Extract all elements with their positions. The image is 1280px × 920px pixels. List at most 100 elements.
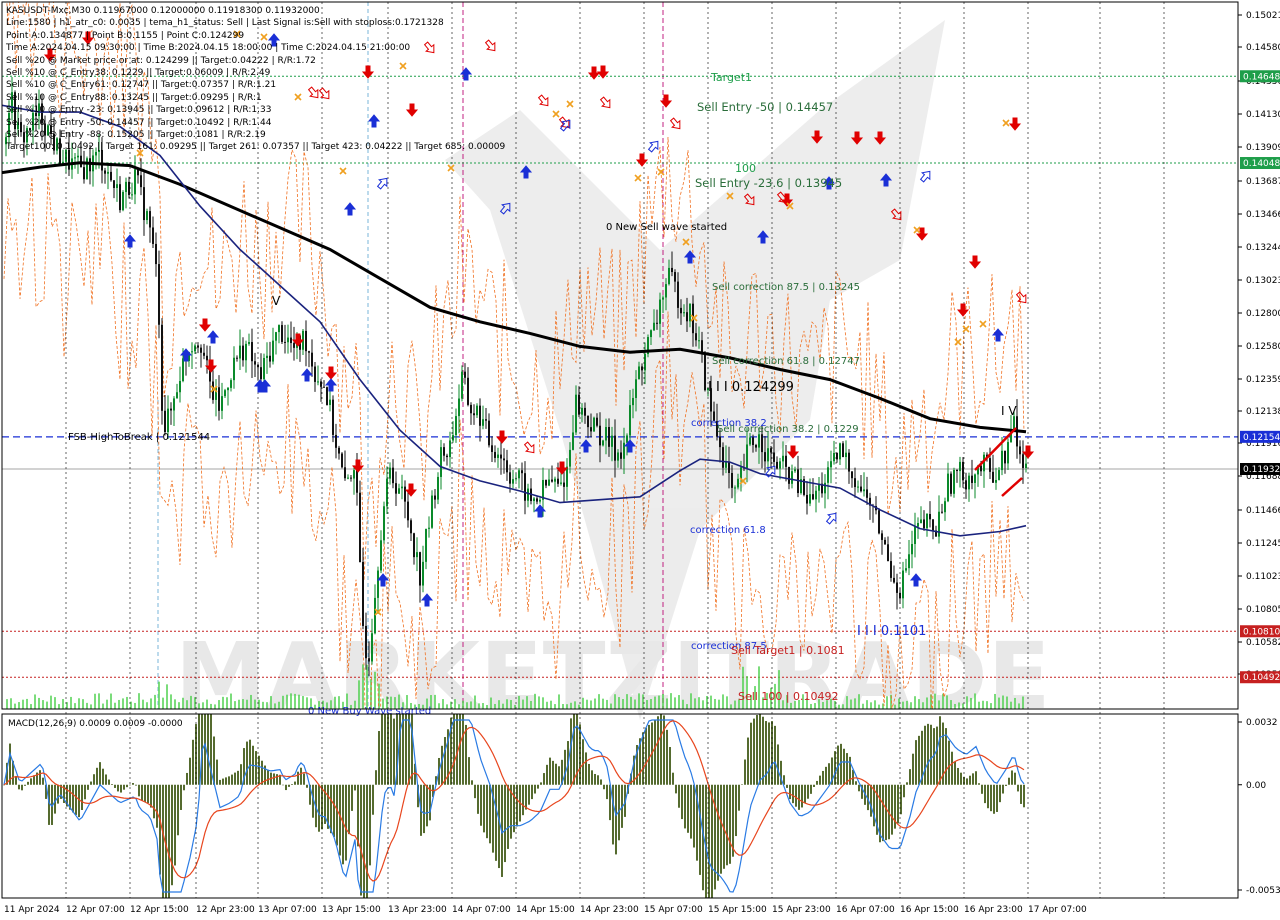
volume-bar <box>478 703 480 709</box>
candle-body <box>317 381 319 383</box>
macd-histogram-bar <box>306 784 308 788</box>
candle-body <box>677 281 679 308</box>
candle-body <box>605 427 607 441</box>
volume-bar <box>678 695 680 709</box>
candle-body <box>365 625 367 659</box>
candle-body <box>599 425 601 446</box>
candle-body <box>242 345 244 361</box>
macd-histogram-bar <box>672 772 674 785</box>
macd-histogram-bar <box>90 781 92 785</box>
volume-bar <box>222 696 224 709</box>
macd-histogram-bar <box>249 739 251 785</box>
candle-body <box>74 157 76 159</box>
macd-histogram-bar <box>822 770 824 785</box>
volume-bar <box>10 698 12 709</box>
candle-body <box>920 519 922 524</box>
macd-tick-label: 0.00 <box>1246 781 1266 791</box>
time-tick-label: 12 Apr 23:00 <box>196 905 255 915</box>
volume-bar <box>286 694 288 709</box>
candle-body <box>341 453 343 468</box>
macd-histogram-bar <box>552 760 554 785</box>
macd-histogram-bar <box>525 784 527 810</box>
volume-bar <box>446 704 448 709</box>
candle-body <box>77 155 79 158</box>
macd-histogram-bar <box>747 737 749 785</box>
candle-body <box>575 394 577 433</box>
candle-body <box>758 434 760 448</box>
candle-body <box>782 455 784 462</box>
volume-bar <box>554 704 556 709</box>
macd-histogram-bar <box>192 739 194 785</box>
candle-body <box>698 340 700 342</box>
macd-histogram-bar <box>234 772 236 785</box>
volume-bar <box>570 702 572 709</box>
candle-body <box>701 340 703 353</box>
macd-histogram-bar <box>333 784 335 837</box>
volume-bar <box>254 699 256 709</box>
volume-bar <box>14 703 16 709</box>
time-tick-label: 11 Apr 2024 <box>4 905 60 915</box>
macd-histogram-bar <box>711 784 713 898</box>
sell-100-label: Sell 100 | 0.10492 <box>738 690 839 703</box>
volume-bar <box>1018 703 1020 709</box>
macd-histogram-bar <box>549 757 551 785</box>
candle-body <box>383 506 385 541</box>
volume-bar <box>466 702 468 709</box>
macd-histogram-bar <box>960 772 962 785</box>
candle-body <box>158 264 160 325</box>
macd-histogram-bar <box>684 784 686 829</box>
macd-histogram-bar <box>102 768 104 785</box>
macd-histogram-bar <box>828 763 830 785</box>
candle-body <box>533 498 535 502</box>
macd-histogram-bar <box>678 784 680 808</box>
volume-bar <box>474 695 476 709</box>
macd-histogram-bar <box>555 763 557 785</box>
price-tag-label: 0.14048 <box>1243 159 1280 169</box>
candle-body <box>287 337 289 343</box>
candle-body <box>908 554 910 569</box>
macd-histogram-bar <box>675 784 677 794</box>
time-tick-label: 16 Apr 15:00 <box>900 905 959 915</box>
macd-histogram-bar <box>582 739 584 785</box>
macd-histogram-bar <box>114 784 116 788</box>
macd-histogram-bar <box>48 784 50 825</box>
volume-bar <box>990 703 992 709</box>
macd-histogram-bar <box>357 784 359 847</box>
macd-histogram-bar <box>141 784 143 801</box>
candle-body <box>431 495 433 528</box>
candle-body <box>125 181 127 192</box>
sell-correction-382-label: Sell correction 38.2 | 0.1229 <box>717 424 859 435</box>
volume-bar <box>918 699 920 709</box>
candle-body <box>902 570 904 599</box>
volume-bar <box>662 694 664 709</box>
macd-histogram-bar <box>57 784 59 804</box>
macd-histogram-bar <box>72 784 74 813</box>
price-tag-label: 0.14648 <box>1243 72 1280 82</box>
macd-histogram-bar <box>612 784 614 845</box>
macd-histogram-bar <box>96 767 98 785</box>
candle-body <box>623 442 625 459</box>
volume-bar <box>722 694 724 709</box>
price-tick-label: 0.14580 <box>1246 43 1280 53</box>
volume-bar <box>146 702 148 709</box>
price-tag-label: 0.10810 <box>1243 627 1280 637</box>
candle-body <box>968 475 970 490</box>
macd-histogram-bar <box>183 784 185 791</box>
candle-body <box>824 482 826 494</box>
volume-bar <box>594 698 596 709</box>
volume-bar <box>978 701 980 709</box>
candle-body <box>446 455 448 458</box>
macd-histogram-bar <box>777 744 779 785</box>
macd-histogram-bar <box>1020 784 1022 804</box>
candle-body <box>155 243 157 265</box>
volume-bar <box>490 697 492 709</box>
macd-histogram-bar <box>996 784 998 812</box>
candle-body <box>200 347 202 353</box>
candle-body <box>827 467 829 483</box>
candle-body <box>857 486 859 488</box>
candle-body <box>1025 463 1027 468</box>
candle-body <box>362 561 364 626</box>
candle-body <box>527 488 529 501</box>
candle-body <box>494 451 496 458</box>
volume-bar <box>150 698 152 709</box>
